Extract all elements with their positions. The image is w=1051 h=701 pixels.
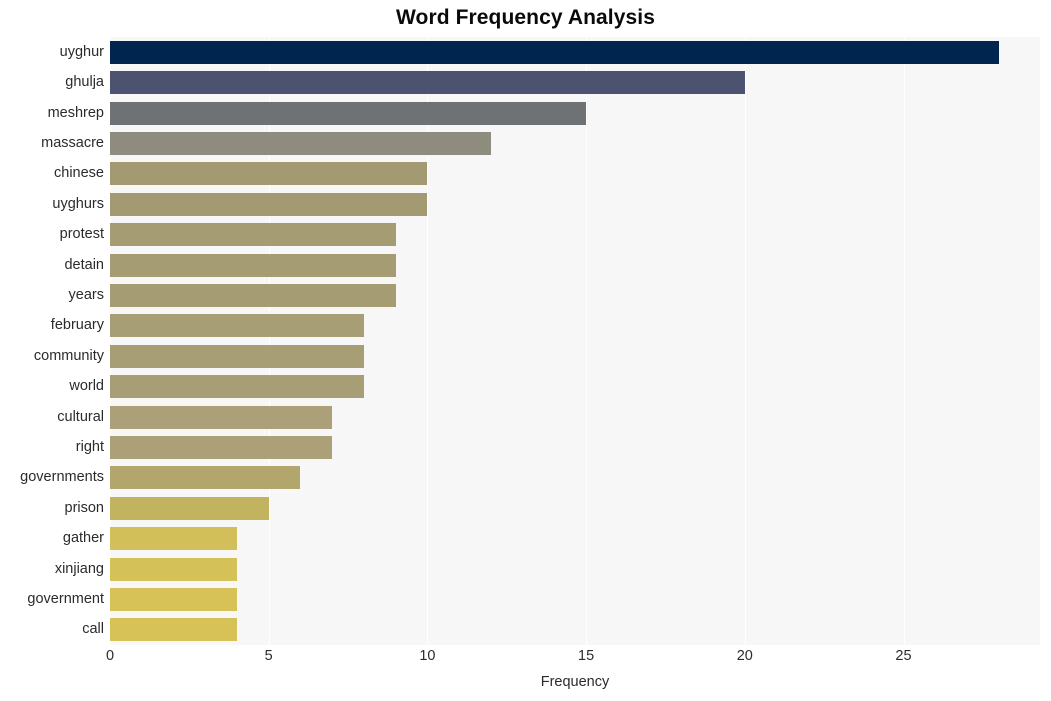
y-axis-label: chinese xyxy=(54,165,104,182)
y-axis-label: world xyxy=(69,378,104,395)
bar[interactable] xyxy=(110,496,269,520)
bars-layer xyxy=(110,37,1040,645)
bar-row[interactable] xyxy=(110,405,333,429)
y-axis-label: prison xyxy=(64,499,105,516)
bar-row[interactable] xyxy=(110,131,491,155)
chart-figure: Word Frequency Analysis uyghur ghulja mesh… xyxy=(0,0,1051,701)
bar[interactable] xyxy=(110,557,237,581)
bar-row[interactable] xyxy=(110,314,364,338)
bar[interactable] xyxy=(110,435,333,459)
y-axis-label: meshrep xyxy=(47,104,104,121)
bar[interactable] xyxy=(110,223,396,247)
x-axis-tick-label: 0 xyxy=(105,648,115,664)
x-axis-title: Frequency xyxy=(540,674,610,690)
y-axis-label: detain xyxy=(64,256,104,273)
bar-row[interactable] xyxy=(110,587,237,611)
y-axis-label: government xyxy=(27,590,104,607)
bar-row[interactable] xyxy=(110,223,396,247)
bar-row[interactable] xyxy=(110,192,428,216)
bar-row[interactable] xyxy=(110,162,428,186)
y-axis-label: february xyxy=(50,317,104,334)
bar-row[interactable] xyxy=(110,375,364,399)
bar[interactable] xyxy=(110,101,587,125)
y-axis-label: xinjiang xyxy=(54,560,104,577)
bar-row[interactable] xyxy=(110,435,333,459)
x-axis-ticks: 0 5 10 15 20 25 xyxy=(106,648,1040,668)
x-axis-tick-label: 20 xyxy=(736,648,753,664)
bar[interactable] xyxy=(110,40,999,64)
y-axis-label: ghulja xyxy=(65,74,104,91)
y-axis-label: years xyxy=(68,286,104,303)
bar[interactable] xyxy=(110,405,333,429)
bar[interactable] xyxy=(110,375,364,399)
y-axis-label: gather xyxy=(62,530,104,547)
plot-area xyxy=(110,37,1040,645)
x-axis-tick-label: 25 xyxy=(895,648,912,664)
y-axis-label: massacre xyxy=(41,134,104,151)
bar-row[interactable] xyxy=(110,557,237,581)
bar[interactable] xyxy=(110,314,364,338)
bar-row[interactable] xyxy=(110,344,364,368)
bar[interactable] xyxy=(110,618,237,642)
x-axis-tick-label: 10 xyxy=(419,648,436,664)
bar[interactable] xyxy=(110,283,396,307)
bar[interactable] xyxy=(110,253,396,277)
y-axis-label: right xyxy=(75,438,104,455)
bar[interactable] xyxy=(110,131,491,155)
bar[interactable] xyxy=(110,344,364,368)
bar[interactable] xyxy=(110,587,237,611)
bar[interactable] xyxy=(110,162,428,186)
bar-row[interactable] xyxy=(110,71,745,95)
y-axis-label: protest xyxy=(59,226,104,243)
bar-row[interactable] xyxy=(110,496,269,520)
y-axis-label: community xyxy=(33,347,104,364)
bar-row[interactable] xyxy=(110,253,396,277)
bar[interactable] xyxy=(110,466,301,490)
x-axis-tick-label: 5 xyxy=(264,648,273,664)
y-axis-label: call xyxy=(82,621,104,638)
y-axis-label: cultural xyxy=(57,408,104,425)
bar-row[interactable] xyxy=(110,40,999,64)
bar-row[interactable] xyxy=(110,466,301,490)
chart-title: Word Frequency Analysis xyxy=(395,6,656,29)
y-axis-label: uyghurs xyxy=(52,195,104,212)
y-axis-label: governments xyxy=(20,469,104,486)
bar-row[interactable] xyxy=(110,618,237,642)
bar[interactable] xyxy=(110,527,237,551)
bar[interactable] xyxy=(110,192,428,216)
bar-row[interactable] xyxy=(110,527,237,551)
bar[interactable] xyxy=(110,71,745,95)
bar-row[interactable] xyxy=(110,283,396,307)
bar-row[interactable] xyxy=(110,101,587,125)
x-axis-tick-label: 15 xyxy=(578,648,595,664)
y-axis-labels: uyghur ghulja meshrep massacre chinese uyghur… xyxy=(0,37,104,645)
y-axis-label: uyghur xyxy=(59,43,104,60)
